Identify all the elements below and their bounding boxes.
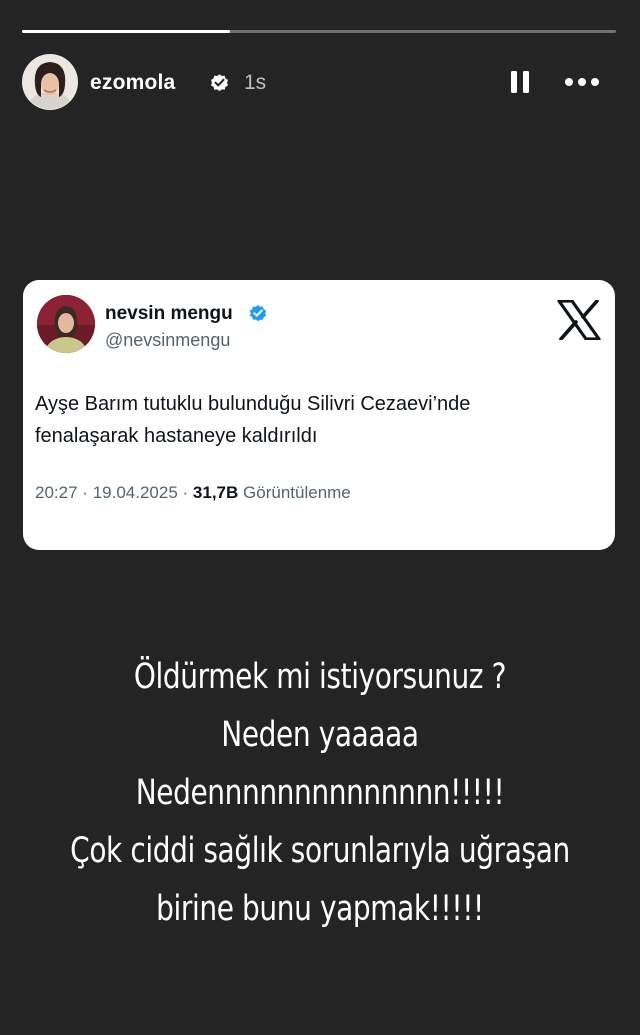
story-caption: Öldürmek mi istiyorsunuz ? Neden yaaaaa … xyxy=(64,648,576,938)
caption-line: Öldürmek mi istiyorsunuz ? xyxy=(133,657,507,697)
tweet-text: Ayşe Barım tutuklu bulunduğu Silivri Cez… xyxy=(35,388,595,452)
meta-separator: · xyxy=(82,483,88,502)
avatar-portrait-icon xyxy=(23,55,77,109)
tweet-text-line: fenalaşarak hastaneye kaldırıldı xyxy=(35,425,318,447)
caption-line: Nedennnnnnnnnnnnnn!!!!! xyxy=(135,773,505,813)
tweet-time: 20:27 xyxy=(35,483,78,502)
more-options-icon[interactable] xyxy=(562,68,602,96)
tweet-text-line: Ayşe Barım tutuklu bulunduğu Silivri Cez… xyxy=(35,393,471,415)
caption-line: birine bunu yapmak!!!!! xyxy=(156,889,484,929)
tweet-meta: 20:27 · 19.04.2025 · 31,7B Görüntülenme xyxy=(35,483,351,503)
story-timestamp: 1s xyxy=(244,71,267,94)
story-progress-bar xyxy=(22,30,616,33)
pause-icon[interactable] xyxy=(506,68,534,96)
tweet-display-name[interactable]: nevsin mengu xyxy=(105,303,233,325)
tweet-views-count: 31,7B xyxy=(192,483,239,502)
story-viewer[interactable]: ezomola 1s nevsin mengu @nevsinmengu Ayş… xyxy=(0,0,640,1035)
story-progress-fill xyxy=(22,30,230,33)
x-logo-icon xyxy=(557,300,601,340)
story-header: ezomola 1s xyxy=(22,54,616,110)
avatar[interactable] xyxy=(22,54,78,110)
verified-badge-icon xyxy=(249,305,267,322)
tweet-card[interactable]: nevsin mengu @nevsinmengu Ayşe Barım tut… xyxy=(23,280,615,550)
tweet-handle[interactable]: @nevsinmengu xyxy=(105,330,230,351)
meta-separator: · xyxy=(182,483,189,502)
caption-line: Neden yaaaaa xyxy=(221,715,419,755)
verified-badge-icon xyxy=(211,74,228,92)
story-username[interactable]: ezomola xyxy=(90,71,175,95)
tweet-date: 19.04.2025 xyxy=(92,483,178,502)
caption-line: Çok ciddi sağlık sorunlarıyla uğraşan xyxy=(70,831,570,871)
tweet-author-portrait-icon xyxy=(37,295,95,353)
tweet-views-label: Görüntülenme xyxy=(243,483,351,502)
tweet-author-avatar xyxy=(37,295,95,353)
